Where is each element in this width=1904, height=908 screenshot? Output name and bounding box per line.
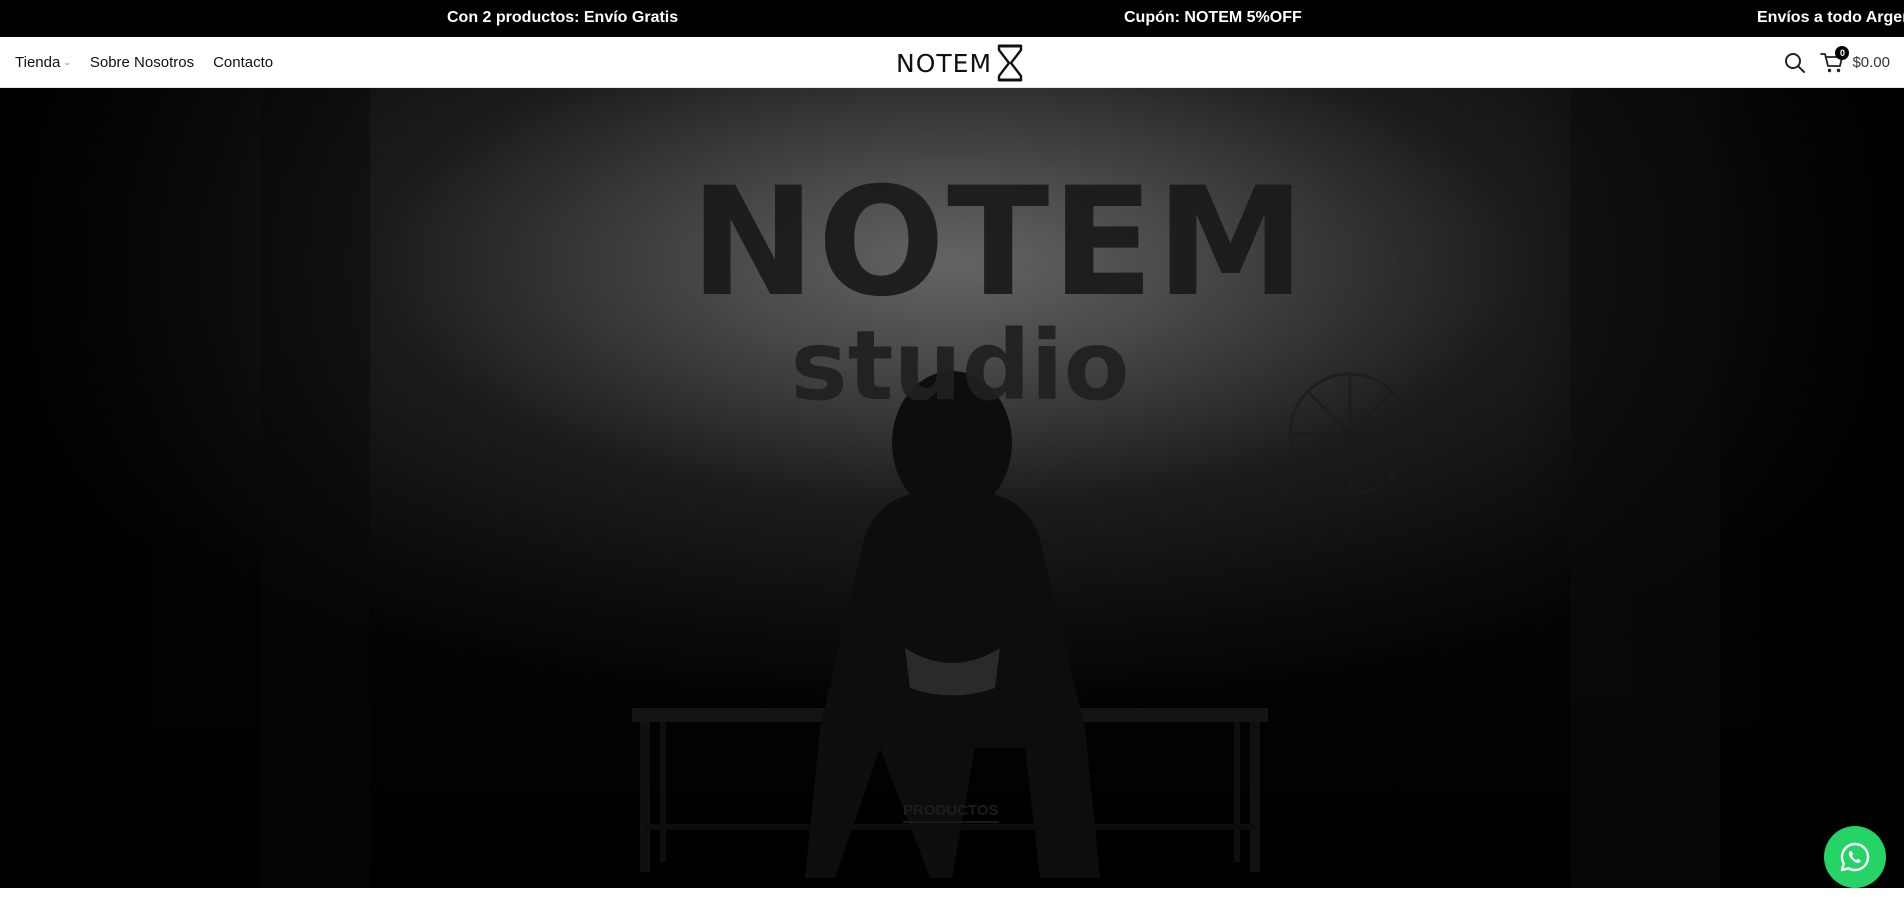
cart-button[interactable]: 0 $0.00 <box>1820 45 1890 74</box>
products-link[interactable]: PRODUCTOS <box>903 802 999 823</box>
site-logo[interactable]: NOTEM <box>896 43 1024 83</box>
cart-count-badge: 0 <box>1835 45 1850 60</box>
announcement-shipping-argentina: Envíos a todo Argentina <box>1757 9 1904 26</box>
cart-total: $0.00 <box>1852 54 1890 71</box>
announcement-bar: Con 2 productos: Envío Gratis Cupón: NOT… <box>0 0 1904 37</box>
menu-item-label: Sobre Nosotros <box>89 54 195 71</box>
menu-item-label: Tienda <box>15 54 61 71</box>
menu-item-label: Contacto <box>213 54 274 71</box>
hero-wall-title: NOTEM <box>690 156 1308 330</box>
menu-item-sobre-nosotros[interactable]: Sobre Nosotros <box>90 54 194 71</box>
main-menu: Tienda ⌄ Sobre Nosotros Contacto <box>15 37 273 88</box>
hero-banner: NOTEM studio PRODUCTOS <box>0 88 1904 888</box>
menu-item-contacto[interactable]: Contacto <box>213 54 273 71</box>
header-actions: 0 $0.00 <box>1784 37 1890 88</box>
chevron-down-icon: ⌄ <box>63 57 71 67</box>
whatsapp-button[interactable] <box>1824 826 1886 888</box>
menu-item-tienda[interactable]: Tienda ⌄ <box>15 54 71 71</box>
wall-wheel-drawing <box>1288 372 1412 496</box>
page-bottom <box>0 888 1904 908</box>
site-header: Tienda ⌄ Sobre Nosotros Contacto NOTEM 0… <box>0 37 1904 88</box>
search-icon <box>1785 52 1806 73</box>
announcement-free-shipping: Con 2 productos: Envío Gratis <box>447 9 679 26</box>
whatsapp-icon <box>1840 842 1870 872</box>
search-button[interactable] <box>1784 52 1806 74</box>
hourglass-icon <box>997 44 1023 82</box>
logo-text: NOTEM <box>896 48 993 78</box>
hero-wall-subtitle: studio <box>790 310 1130 422</box>
announcement-coupon: Cupón: NOTEM 5%OFF <box>1124 9 1302 26</box>
